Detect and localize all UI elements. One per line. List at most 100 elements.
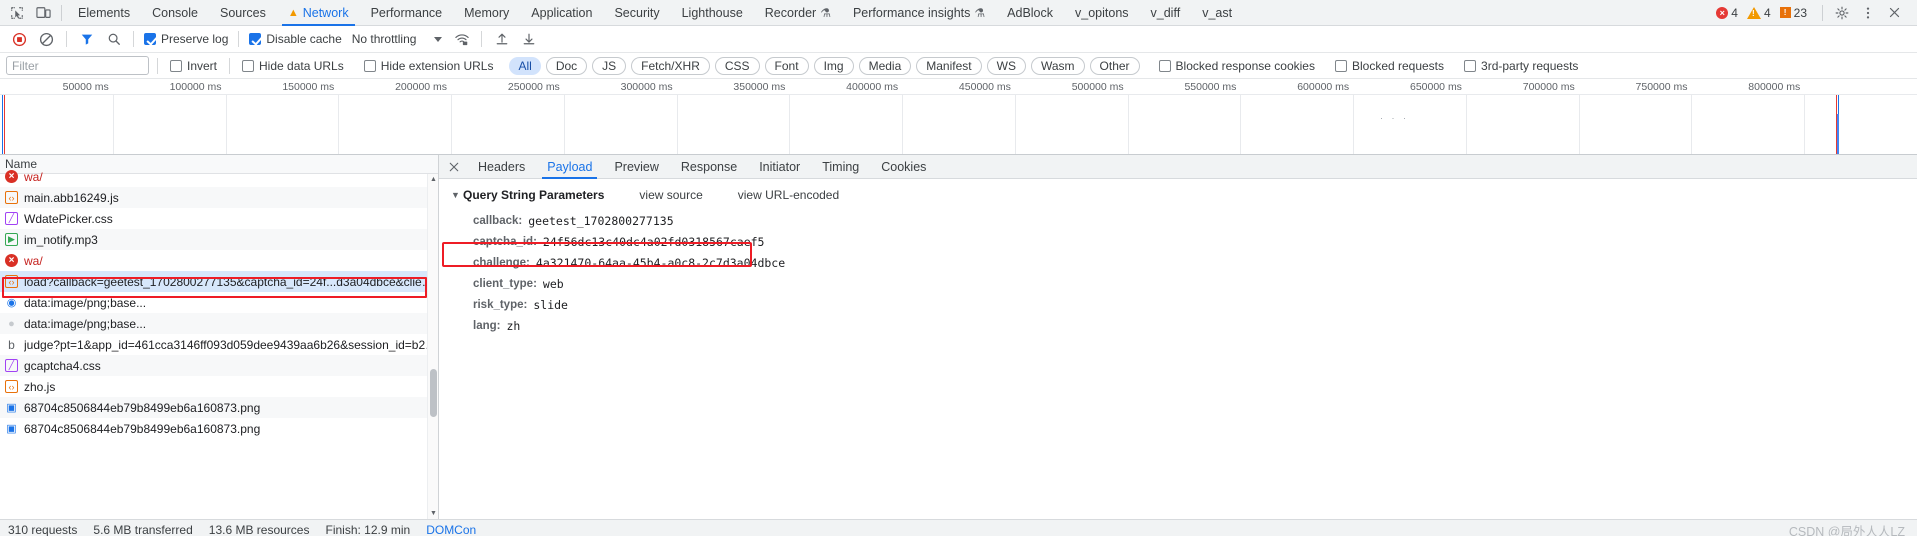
inspect-element-icon[interactable] [4, 2, 30, 24]
transferred-size: 5.6 MB transferred [93, 523, 192, 536]
tab-memory[interactable]: Memory [453, 0, 520, 26]
invert-checkbox[interactable]: Invert [166, 59, 221, 73]
preserve-log-checkbox[interactable]: Preserve log [140, 32, 232, 46]
twisty-expand-icon[interactable]: ▼ [451, 190, 463, 200]
detail-tab-payload[interactable]: Payload [536, 155, 603, 179]
tab-v-ast[interactable]: v_ast [1191, 0, 1243, 26]
table-row[interactable]: ‹› main.abb16249.js [0, 187, 438, 208]
tab-console[interactable]: Console [141, 0, 209, 26]
query-param-value[interactable]: 4a321470-64aa-45b4-a0c8-2c7d3a04dbce [536, 253, 785, 274]
third-party-requests-checkbox[interactable]: 3rd-party requests [1460, 59, 1582, 73]
tab-lighthouse[interactable]: Lighthouse [671, 0, 754, 26]
table-row[interactable]: ╱ WdatePicker.css [0, 208, 438, 229]
chip-ws[interactable]: WS [987, 57, 1026, 75]
view-url-encoded-link[interactable]: view URL-encoded [738, 188, 839, 202]
table-row[interactable]: ▣ 68704c8506844eb79b8499eb6a160873.png [0, 397, 438, 418]
overview-tick-label: 400000 ms [846, 81, 902, 93]
import-har-icon[interactable] [488, 27, 515, 51]
chip-other[interactable]: Other [1090, 57, 1140, 75]
warning-triangle-icon [1747, 7, 1761, 19]
table-row[interactable]: × wa/ [0, 250, 438, 271]
chip-media[interactable]: Media [859, 57, 912, 75]
tab-elements[interactable]: Elements [67, 0, 141, 26]
filter-input[interactable] [6, 56, 149, 75]
search-icon[interactable] [100, 27, 127, 51]
more-vertical-icon[interactable] [1855, 2, 1881, 24]
chip-css[interactable]: CSS [715, 57, 760, 75]
chip-fetch-xhr[interactable]: Fetch/XHR [631, 57, 710, 75]
query-param-value[interactable]: slide [533, 295, 568, 316]
table-row[interactable]: ▶ im_notify.mp3 [0, 229, 438, 250]
overview-gridline [1128, 95, 1129, 154]
info-counter[interactable]: ! 23 [1780, 6, 1807, 20]
device-toolbar-icon[interactable] [30, 2, 56, 24]
tab-performance[interactable]: Performance [360, 0, 454, 26]
query-param-value[interactable]: 24f56dc13c40dc4a02fd0318567caef5 [543, 232, 765, 253]
chip-all[interactable]: All [509, 57, 540, 75]
table-row[interactable]: ‹› zho.js [0, 376, 438, 397]
tab-sources[interactable]: Sources [209, 0, 277, 26]
query-param-rows: callback: geetest_1702800277135 captcha_id… [451, 211, 1917, 337]
chip-wasm[interactable]: Wasm [1031, 57, 1085, 75]
table-row[interactable]: ● data:image/png;base... [0, 313, 438, 334]
table-row[interactable]: ▣ 68704c8506844eb79b8499eb6a160873.png [0, 418, 438, 439]
request-name: 68704c8506844eb79b8499eb6a160873.png [24, 401, 260, 415]
detail-tab-response[interactable]: Response [670, 155, 748, 179]
detail-tab-initiator[interactable]: Initiator [748, 155, 811, 179]
table-row[interactable]: ◉ data:image/png;base... [0, 292, 438, 313]
export-har-icon[interactable] [515, 27, 542, 51]
query-param-value[interactable]: web [543, 274, 564, 295]
disable-cache-checkbox[interactable]: Disable cache [245, 32, 345, 46]
warning-counter[interactable]: 4 [1747, 6, 1771, 20]
tab-v-diff[interactable]: v_diff [1140, 0, 1192, 26]
error-circle-icon: × [5, 254, 18, 267]
detail-tab-timing[interactable]: Timing [811, 155, 870, 179]
close-panel-icon[interactable] [441, 155, 467, 179]
table-row[interactable]: ╱ gcaptcha4.css [0, 355, 438, 376]
scroll-down-icon[interactable]: ▼ [428, 508, 439, 519]
scroll-up-icon[interactable]: ▲ [428, 174, 439, 185]
record-stop-icon[interactable] [6, 27, 33, 51]
chip-js[interactable]: JS [592, 57, 626, 75]
tab-v-opitons[interactable]: v_opitons [1064, 0, 1140, 26]
chip-doc[interactable]: Doc [546, 57, 587, 75]
tab-recorder[interactable]: Recorder ⚗ [754, 0, 842, 26]
network-overview-timeline[interactable]: 50000 ms 100000 ms 150000 ms 200000 ms 25000… [0, 79, 1917, 155]
hide-data-urls-checkbox[interactable]: Hide data URLs [238, 59, 348, 73]
close-icon[interactable] [1881, 2, 1907, 24]
blocked-requests-checkbox[interactable]: Blocked requests [1331, 59, 1448, 73]
overview-tick-label: 350000 ms [733, 81, 789, 93]
scrollbar-thumb[interactable] [430, 369, 437, 417]
gear-icon[interactable] [1829, 2, 1855, 24]
error-counter[interactable]: × 4 [1716, 6, 1738, 20]
tab-adblock[interactable]: AdBlock [996, 0, 1064, 26]
chip-img[interactable]: Img [814, 57, 854, 75]
query-param-value[interactable]: geetest_1702800277135 [528, 211, 673, 232]
chip-font[interactable]: Font [765, 57, 809, 75]
detail-tab-preview[interactable]: Preview [603, 155, 669, 179]
view-source-link[interactable]: view source [639, 188, 702, 202]
table-row[interactable]: × wa/ [0, 166, 438, 187]
tab-security[interactable]: Security [603, 0, 670, 26]
request-name: wa/ [24, 254, 43, 268]
filter-funnel-icon[interactable] [73, 27, 100, 51]
blocked-response-cookies-checkbox[interactable]: Blocked response cookies [1155, 59, 1319, 73]
clear-network-icon[interactable] [33, 27, 60, 51]
query-param-key: lang: [473, 316, 500, 337]
media-file-icon: ▶ [5, 233, 18, 246]
hide-extension-urls-checkbox[interactable]: Hide extension URLs [360, 59, 498, 73]
table-row[interactable]: ‹› load?callback=geetest_1702800277135&ca… [0, 271, 438, 292]
network-conditions-icon[interactable] [448, 27, 475, 51]
chip-manifest[interactable]: Manifest [916, 57, 981, 75]
checkbox-box [144, 33, 156, 45]
query-param-value[interactable]: zh [506, 316, 520, 337]
detail-tab-cookies[interactable]: Cookies [870, 155, 937, 179]
tab-network[interactable]: ▲ Network [277, 0, 360, 26]
overview-gridline [1466, 95, 1467, 154]
table-row[interactable]: ὜b judge?pt=1&app_id=461cca3146ff093d059d… [0, 334, 438, 355]
tab-application[interactable]: Application [520, 0, 603, 26]
tab-performance-insights[interactable]: Performance insights ⚗ [842, 0, 996, 26]
request-list-scrollbar[interactable]: ▲ ▼ [427, 174, 438, 519]
throttling-select[interactable]: No throttling [346, 32, 449, 46]
detail-tab-headers[interactable]: Headers [467, 155, 536, 179]
